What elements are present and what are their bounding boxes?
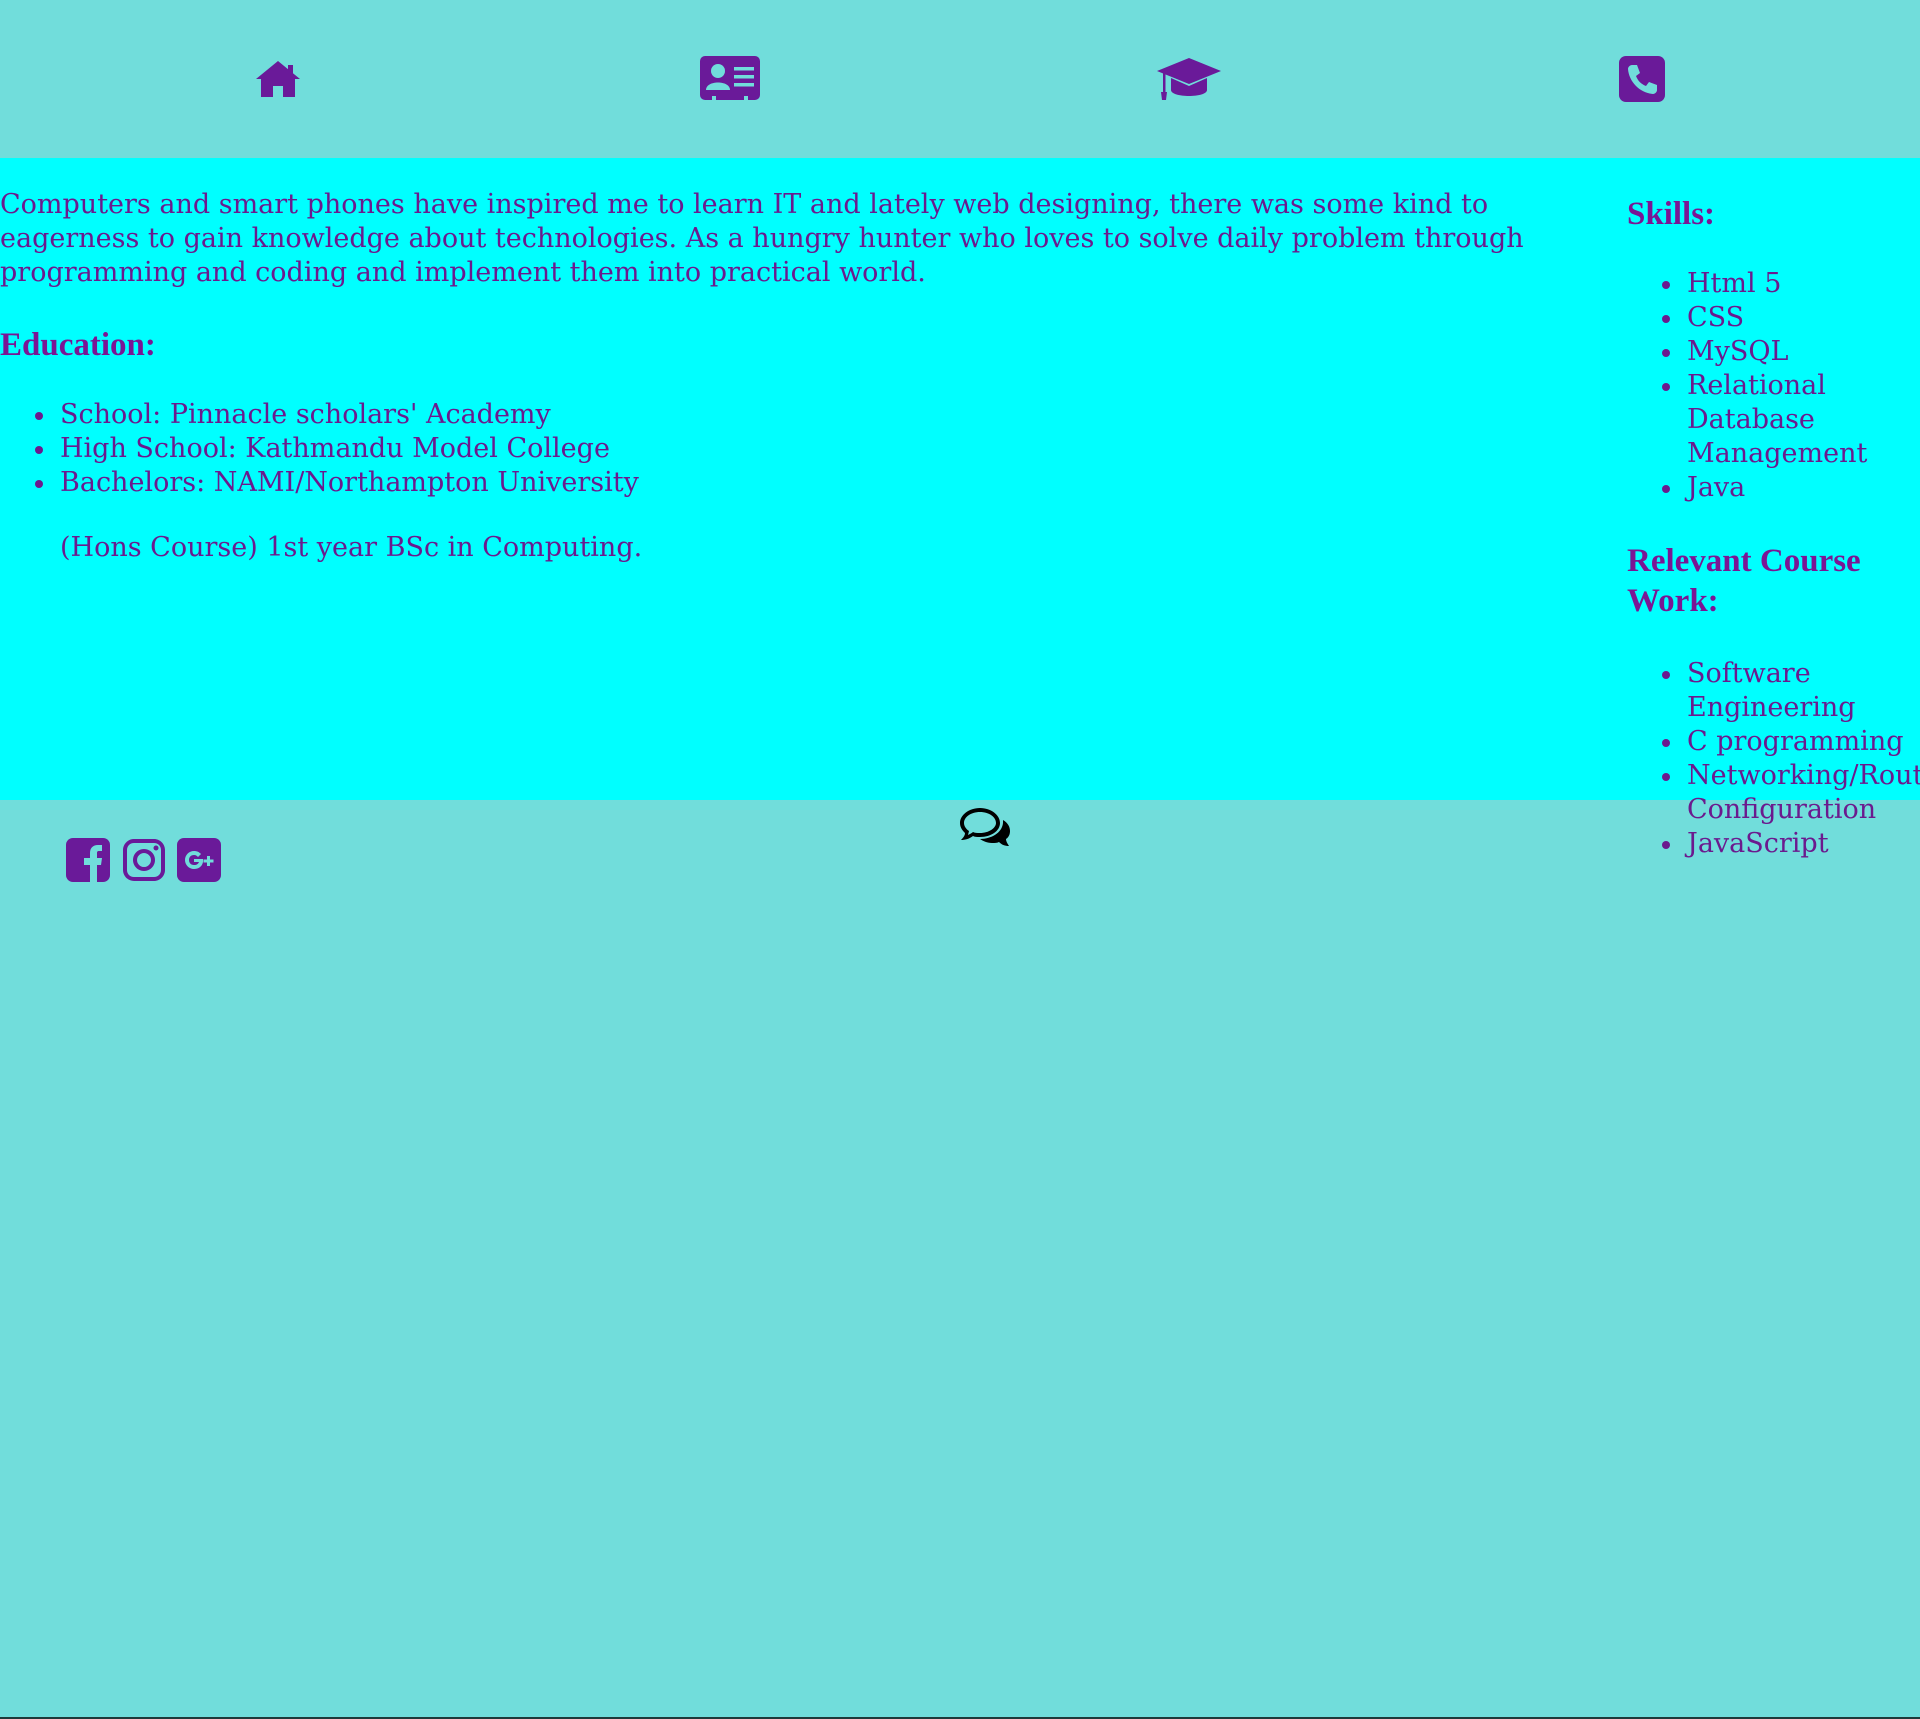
phone-icon[interactable] [1618,56,1666,102]
main-content: Computers and smart phones have inspired… [0,158,1920,800]
coursework-list: Software Engineering C programming Netwo… [1662,657,1920,861]
facebook-icon[interactable] [66,838,110,882]
education-note: (Hons Course) 1st year BSc in Computing. [60,532,643,563]
about-paragraph: Computers and smart phones have inspired… [0,189,1524,288]
list-item: Html 5 [1662,267,1917,301]
coursework-heading: Relevant Course Work: [1627,543,1861,619]
list-item: Networking/Router Configuration [1662,759,1920,827]
list-item: Relational Database Management [1662,369,1917,471]
education-heading: Education: [0,327,156,363]
skills-heading: Skills: [1627,196,1716,232]
list-item: Bachelors: NAMI/Northampton University [35,467,639,498]
id-card-icon[interactable] [700,56,760,102]
list-item: Software Engineering [1662,657,1920,725]
footer [0,800,1920,1719]
graduation-cap-icon[interactable] [1156,56,1222,102]
list-item: School: Pinnacle scholars' Academy [35,398,639,432]
instagram-icon[interactable] [122,838,166,882]
home-icon[interactable] [248,56,308,102]
education-list: School: Pinnacle scholars' Academy High … [35,398,639,500]
list-item: CSS [1662,301,1917,335]
skills-list: Html 5 CSS MySQL Relational Database Man… [1662,267,1917,505]
list-item: High School: Kathmandu Model College [35,432,639,466]
google-plus-icon[interactable] [177,838,221,882]
chat-icon[interactable] [958,806,1012,850]
list-item: MySQL [1662,335,1917,369]
top-navigation [0,0,1920,158]
list-item: C programming [1662,725,1920,759]
list-item: Java [1662,471,1917,505]
list-item: JavaScript [1662,827,1920,861]
